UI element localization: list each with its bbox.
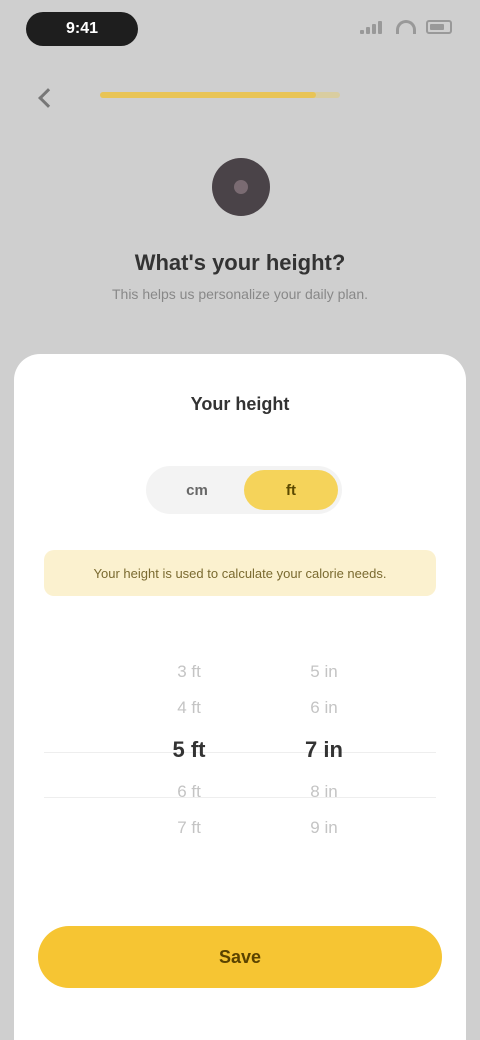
picker-option[interactable]: 5 ft — [173, 726, 206, 774]
back-arrow-icon — [38, 88, 58, 108]
picker-option[interactable]: 3 ft — [177, 654, 201, 690]
inches-picker-column[interactable]: 5 in 6 in 7 in 8 in 9 in — [264, 654, 384, 894]
page-title: What's your height? — [134, 250, 346, 275]
save-button[interactable]: Save — [38, 926, 442, 988]
status-bar: 9:41 — [0, 0, 480, 64]
height-picker[interactable]: 3 ft 4 ft 5 ft 6 ft 7 ft 5 in 6 in 7 in 8 in 9 i… — [34, 654, 446, 894]
unit-toggle: cm ft — [146, 466, 342, 514]
battery-icon — [426, 20, 452, 34]
sheet-title: Your height — [190, 394, 290, 414]
avatar-icon — [234, 180, 248, 194]
picker-option[interactable]: 7 ft — [177, 810, 201, 846]
page-subtitle: This helps us personalize your daily pla… — [111, 286, 369, 302]
picker-option[interactable]: 6 ft — [177, 774, 201, 810]
height-sheet: Your height cm ft Your height is used to… — [14, 354, 466, 1040]
progress-bar — [100, 92, 340, 98]
picker-option[interactable]: 9 in — [310, 810, 337, 846]
unit-option-cm[interactable]: cm — [150, 470, 244, 510]
signal-icon — [360, 20, 386, 34]
feet-picker-column[interactable]: 3 ft 4 ft 5 ft 6 ft 7 ft — [134, 654, 244, 894]
status-icons — [360, 20, 452, 34]
status-time: 9:41 — [26, 12, 138, 46]
picker-option[interactable]: 6 in — [310, 690, 337, 726]
avatar — [212, 158, 270, 216]
info-banner: Your height is used to calculate your ca… — [44, 550, 436, 596]
picker-option[interactable]: 7 in — [305, 726, 343, 774]
picker-option[interactable]: 4 ft — [177, 690, 201, 726]
unit-option-ft[interactable]: ft — [244, 470, 338, 510]
progress-fill — [100, 92, 316, 98]
back-button[interactable] — [30, 80, 66, 116]
picker-option[interactable]: 5 in — [310, 654, 337, 690]
picker-option[interactable]: 8 in — [310, 774, 337, 810]
wifi-icon — [396, 20, 416, 34]
